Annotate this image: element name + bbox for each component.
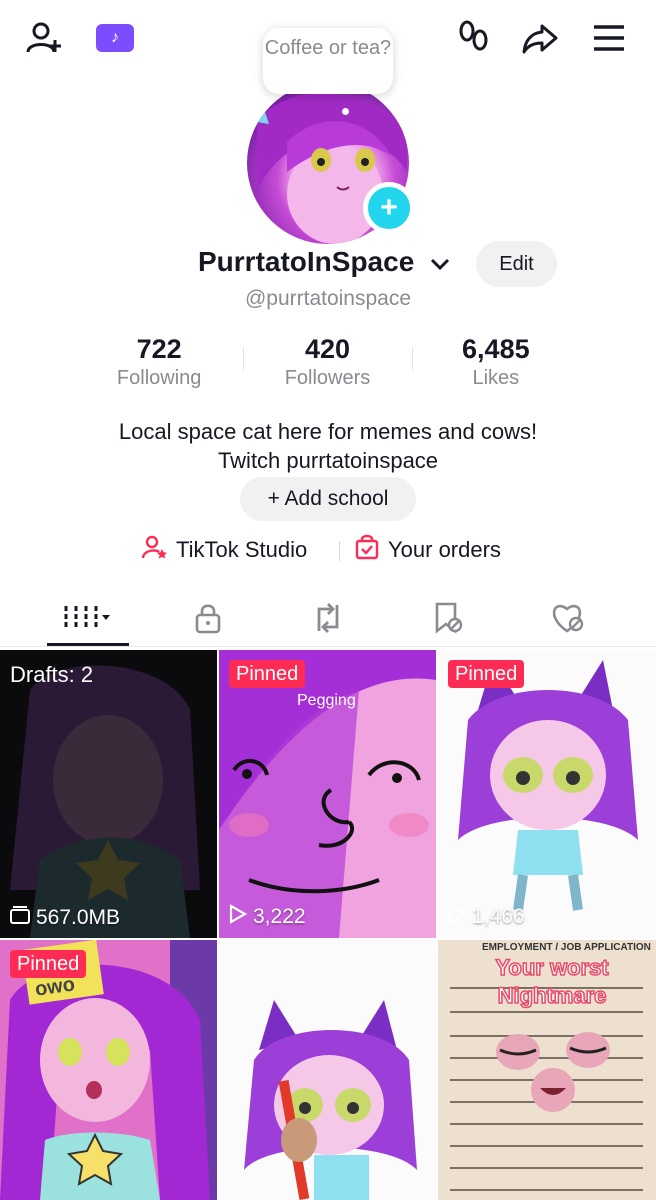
bio: Local space cat here for memes and cows!…: [0, 417, 656, 475]
folder-icon: [10, 906, 30, 930]
profile-tabs: [0, 595, 656, 647]
lock-icon: [192, 602, 224, 639]
stat-number: 722: [136, 334, 182, 364]
play-icon: [229, 904, 248, 930]
stat-number: 420: [304, 334, 351, 364]
favorites-icon: [431, 601, 465, 640]
studio-icon: [141, 534, 168, 566]
video-tile[interactable]: Pinned Pegging 3,222: [219, 650, 436, 938]
creator-links: TikTok Studio Your orders: [0, 533, 656, 567]
studio-label: TikTok Studio: [176, 537, 308, 562]
video-tile[interactable]: Pinned owo: [0, 940, 217, 1200]
form-header: EMPLOYMENT / JOB APPLICATION: [482, 942, 651, 953]
video-tile[interactable]: EMPLOYMENT / JOB APPLICATION Your worst …: [438, 940, 656, 1200]
stat-label: Following: [116, 367, 202, 389]
view-count-value: 3,222: [253, 905, 306, 928]
stat-likes[interactable]: 6,485 Likes: [411, 333, 580, 393]
stat-number: 6,485: [462, 334, 530, 364]
view-count-value: 1,466: [472, 905, 525, 928]
add-avatar-button[interactable]: +: [363, 182, 415, 234]
drafts-thumbnail: [10, 665, 200, 938]
chevron-down-icon[interactable]: [428, 252, 452, 276]
tab-liked[interactable]: [528, 595, 608, 645]
tab-favorites[interactable]: [408, 595, 488, 645]
bubble-tail: [342, 108, 349, 115]
video-title-overlay: Your worst Nightmare: [495, 954, 610, 1009]
video-tile[interactable]: Pinned 1,466: [438, 650, 656, 938]
user-handle: @purrtatoinspace: [244, 287, 412, 310]
orders-label: Your orders: [388, 537, 501, 562]
liked-icon: [550, 601, 586, 640]
play-icon: [448, 904, 467, 930]
repost-icon: [311, 601, 345, 640]
divider: [243, 347, 245, 371]
shopping-bag-icon: [354, 534, 380, 566]
menu-icon[interactable]: [589, 18, 629, 58]
add-school-button[interactable]: + Add school: [240, 477, 416, 521]
pinned-badge: Pinned: [10, 950, 87, 978]
size-value: 567.0MB: [36, 906, 121, 929]
footprints-icon[interactable]: [454, 18, 494, 58]
drafts-size: 567.0MB: [10, 906, 120, 930]
username[interactable]: PurrtatoInSpace: [198, 246, 414, 278]
note-bubble[interactable]: Coffee or tea?: [263, 28, 393, 94]
your-orders-link[interactable]: Your orders: [354, 533, 501, 567]
pinned-badge: Pinned: [448, 660, 525, 688]
video-thumbnail: [244, 1000, 417, 1200]
share-icon[interactable]: [520, 18, 560, 58]
stat-followers[interactable]: 420 Followers: [243, 333, 411, 393]
view-count: 1,466: [448, 904, 525, 930]
bio-line: Local space cat here for memes and cows!: [118, 419, 538, 444]
video-thumbnail: [0, 940, 217, 1200]
view-count: 3,222: [229, 904, 306, 930]
drafts-label: Drafts: 2: [10, 662, 94, 687]
stats-row: 722 Following 420 Followers 6,485 Likes: [75, 333, 580, 393]
pinned-badge: Pinned: [229, 660, 306, 688]
stat-label: Likes: [472, 367, 520, 389]
tab-reposts[interactable]: [288, 595, 368, 645]
active-tab-indicator: [47, 643, 129, 646]
video-thumbnail: [458, 660, 638, 911]
divider: [339, 541, 340, 561]
tiktok-studio-link[interactable]: TikTok Studio: [141, 533, 308, 567]
stat-label: Followers: [284, 367, 371, 389]
tab-videos[interactable]: [48, 595, 128, 645]
tiktok-ticket-icon[interactable]: ♪: [96, 24, 134, 52]
drafts-tile[interactable]: Drafts: 2 567.0MB: [0, 650, 217, 938]
video-grid: Drafts: 2 567.0MB Pinned Pegging 3,222 P…: [0, 650, 656, 1200]
tab-private[interactable]: [168, 595, 248, 645]
video-tile[interactable]: [219, 940, 436, 1200]
video-caption: Pegging: [297, 692, 356, 709]
edit-profile-button[interactable]: Edit: [476, 241, 557, 287]
add-friend-icon[interactable]: [24, 18, 64, 58]
stat-following[interactable]: 722 Following: [75, 333, 243, 393]
note-text: Coffee or tea?: [264, 37, 392, 59]
grid-icon: [60, 600, 116, 641]
bio-line: Twitch purrtatoinspace: [217, 448, 439, 473]
divider: [411, 347, 413, 371]
